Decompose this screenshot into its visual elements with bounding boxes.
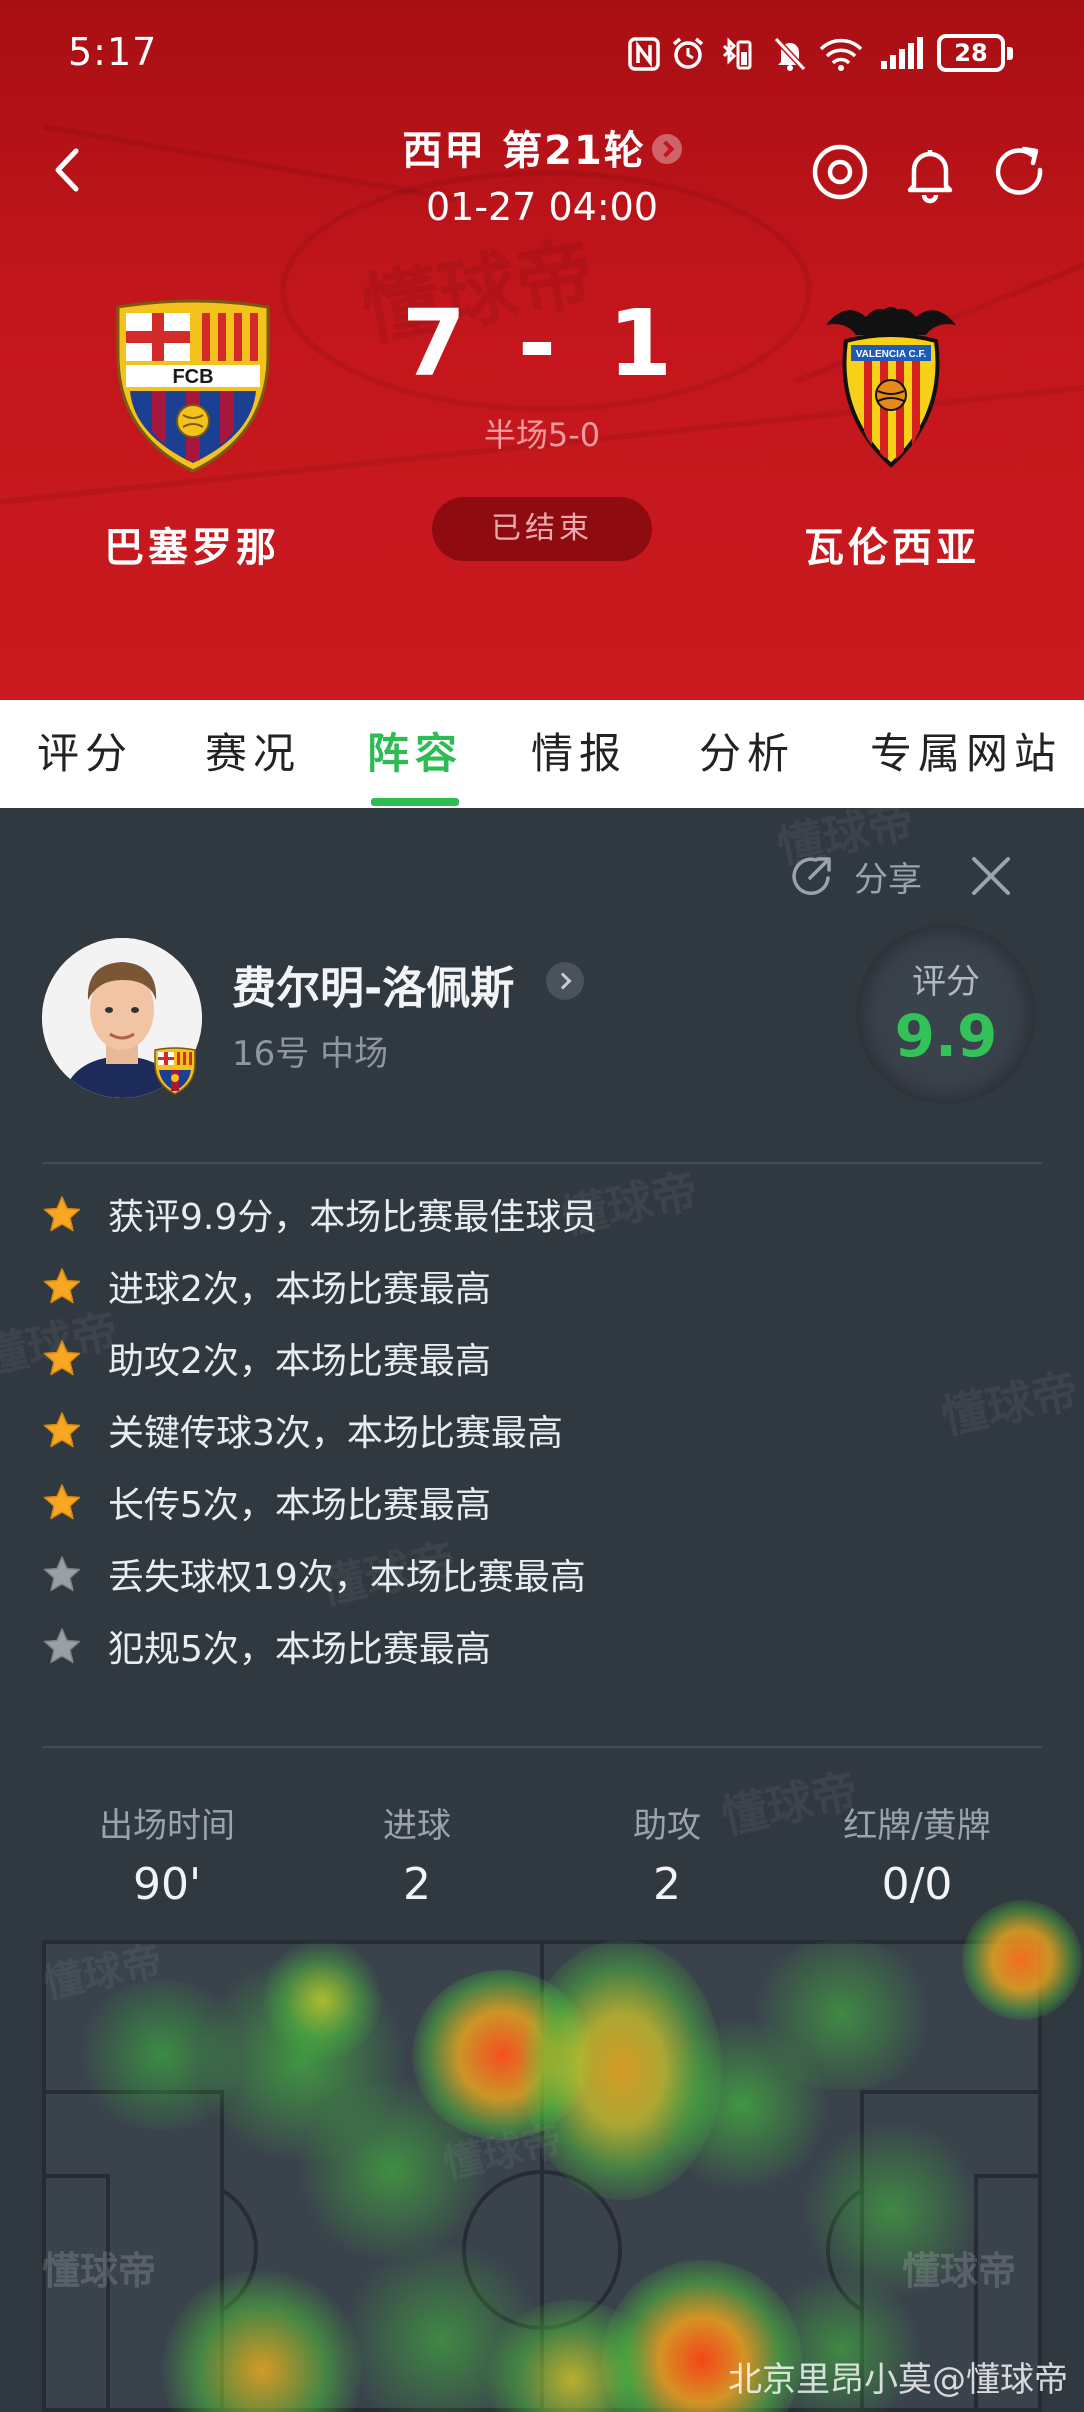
highlight-item: 关键传球3次，本场比赛最高 — [42, 1402, 563, 1458]
player-name[interactable]: 费尔明-洛佩斯 — [232, 952, 514, 1016]
highlight-item: 丢失球权19次，本场比赛最高 — [42, 1546, 586, 1602]
highlight-text: 进球2次，本场比赛最高 — [108, 1269, 491, 1310]
status-time: 5:17 — [68, 30, 158, 74]
chevron-right-icon — [651, 134, 682, 164]
stat-label: 助攻 — [633, 1806, 701, 1846]
stat-minutes: 出场时间 90' — [42, 1798, 292, 1910]
highlight-item: 助攻2次，本场比赛最高 — [42, 1330, 491, 1386]
divider — [42, 1162, 1042, 1164]
stat-label: 进球 — [383, 1806, 451, 1846]
active-tab-indicator — [371, 798, 459, 806]
stat-value: 2 — [403, 1859, 431, 1910]
rating-value: 9.9 — [894, 1002, 998, 1070]
watermark: 懂球帝 — [936, 1363, 1083, 1445]
wifi-icon — [818, 36, 864, 72]
watermark: 懂球帝 — [902, 2249, 1017, 2293]
watermark: 懂球帝 — [42, 2249, 157, 2293]
nfc-icon — [626, 36, 662, 72]
away-team-logo[interactable]: VALENCIA C.F. — [806, 295, 976, 475]
heat-zone — [962, 1900, 1082, 2020]
highlight-text: 犯规5次，本场比赛最高 — [108, 1629, 491, 1670]
highlight-text: 长传5次，本场比赛最高 — [108, 1485, 491, 1526]
tab-intel[interactable]: 情报 — [514, 700, 644, 808]
match-header: 懂球帝 5:17 28 西甲 第21轮 01-27 04:00 FCB 巴塞罗那… — [0, 0, 1084, 700]
highlight-text: 获评9.9分，本场比赛最佳球员 — [108, 1197, 598, 1238]
share-button[interactable]: 分享 — [788, 848, 922, 904]
share-label: 分享 — [854, 859, 922, 900]
mute-icon — [770, 36, 810, 72]
close-button[interactable] — [966, 848, 1016, 904]
star-icon — [43, 1268, 81, 1304]
away-logo-text: VALENCIA C.F. — [856, 349, 927, 360]
heat-zone — [262, 1940, 382, 2060]
player-rating: 评分 9.9 — [856, 924, 1036, 1104]
star-icon — [43, 1484, 81, 1520]
match-status-badge: 已结束 — [432, 497, 652, 561]
home-team-name[interactable]: 巴塞罗那 — [62, 515, 322, 573]
chevron-right-icon[interactable] — [546, 962, 584, 1000]
star-gray-icon — [43, 1628, 81, 1664]
notification-button[interactable] — [898, 140, 962, 204]
bluetooth-battery-icon — [716, 36, 756, 72]
stat-assists: 助攻 2 — [542, 1798, 792, 1910]
club-badge-icon — [152, 1046, 198, 1096]
tab-live[interactable]: 赛况 — [188, 700, 318, 808]
status-bar: 5:17 28 — [0, 0, 1084, 110]
player-heatmap: 懂球帝 懂球帝 懂球帝 懂球帝 — [39, 1900, 1082, 2412]
rating-label: 评分 — [912, 962, 980, 1002]
star-icon — [43, 1412, 81, 1448]
stat-label: 红牌/黄牌 — [843, 1806, 991, 1846]
highlight-item: 长传5次，本场比赛最高 — [42, 1474, 491, 1530]
alarm-icon — [668, 36, 708, 72]
refresh-icon — [995, 146, 1043, 195]
stat-cards: 红牌/黄牌 0/0 — [792, 1798, 1042, 1910]
bell-icon — [907, 150, 953, 204]
highlight-item: 犯规5次，本场比赛最高 — [42, 1618, 491, 1674]
photo-credit: 北京里昂小莫@懂球帝 — [728, 2360, 1068, 2400]
target-icon — [812, 144, 868, 200]
player-number-position: 16号 中场 — [232, 1034, 389, 1074]
signal-icon — [878, 36, 926, 72]
battery-icon: 28 — [937, 34, 1013, 72]
divider — [42, 1746, 1042, 1748]
highlight-text: 助攻2次，本场比赛最高 — [108, 1341, 491, 1382]
tab-lineup[interactable]: 阵容 — [350, 700, 480, 808]
highlight-text: 关键传球3次，本场比赛最高 — [108, 1413, 563, 1454]
highlight-item: 获评9.9分，本场比赛最佳球员 — [42, 1186, 597, 1242]
tab-website[interactable]: 专属网站 — [866, 700, 1066, 808]
star-icon — [43, 1340, 81, 1376]
star-gray-icon — [43, 1556, 81, 1592]
heat-zone — [742, 1940, 942, 2090]
stat-goals: 进球 2 — [292, 1798, 542, 1910]
share-icon — [792, 857, 831, 895]
close-icon — [972, 857, 1010, 895]
league-round-label: 西甲 第21轮 — [402, 128, 646, 174]
highlight-item: 进球2次，本场比赛最高 — [42, 1258, 491, 1314]
tab-rating[interactable]: 评分 — [20, 700, 150, 808]
stat-value: 2 — [653, 1859, 681, 1910]
star-icon — [43, 1196, 81, 1232]
highlight-text: 丢失球权19次，本场比赛最高 — [108, 1557, 586, 1598]
away-team-name[interactable]: 瓦伦西亚 — [762, 515, 1022, 573]
stat-value: 90' — [132, 1859, 202, 1910]
tab-analysis[interactable]: 分析 — [682, 700, 812, 808]
match-tabs: 评分 赛况 阵容 情报 分析 专属网站 — [0, 700, 1084, 808]
stat-label: 出场时间 — [99, 1806, 235, 1846]
player-detail-panel: 懂球帝 懂球帝 懂球帝 懂球帝 懂球帝 懂球帝 分享 费尔明-洛佩斯 16号 中… — [0, 808, 1084, 2412]
follow-button[interactable] — [808, 140, 872, 204]
refresh-button[interactable] — [988, 140, 1052, 204]
